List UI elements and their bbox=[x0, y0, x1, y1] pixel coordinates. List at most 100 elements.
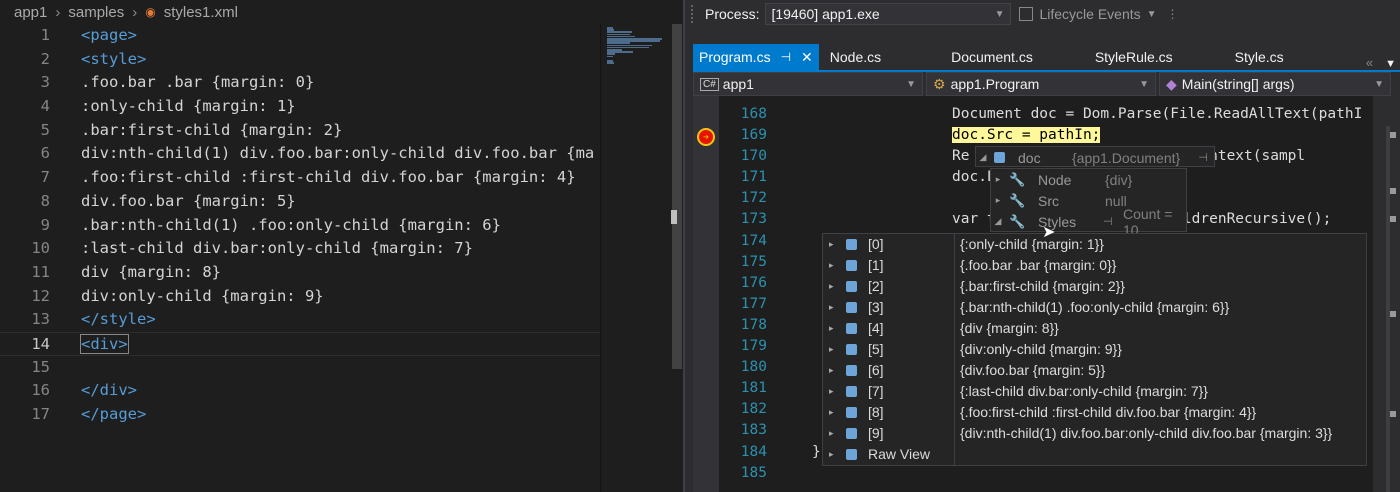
toolbar-grip[interactable] bbox=[691, 5, 699, 23]
line-text: Re bbox=[952, 148, 970, 165]
styles-list-item[interactable]: ▸ [9] {div:nth-child(1) div.foo.bar:only-c… bbox=[823, 423, 1366, 444]
breakpoint-current-statement-icon[interactable]: ➔ bbox=[697, 128, 715, 146]
styles-list-item[interactable]: ▸ [5] {div:only-child {margin: 9}} bbox=[823, 339, 1366, 360]
code-line[interactable]: 15 bbox=[0, 356, 600, 380]
expand-icon[interactable]: ▸ bbox=[829, 297, 834, 318]
code-line[interactable]: 11 div {margin: 8} bbox=[0, 261, 600, 285]
line-number: 177 bbox=[740, 295, 767, 312]
chevron-right-icon: › bbox=[55, 3, 61, 21]
code-line[interactable]: 13 </style> bbox=[0, 308, 600, 332]
member-list: ▸ 🔧 Node {div} ▸ 🔧 Src null ◢ 🔧 Styles Count = 10 ⊣ bbox=[991, 169, 1186, 238]
expand-icon[interactable]: ▸ bbox=[829, 234, 834, 255]
styles-list-item[interactable]: ▸ [2] {.bar:first-child {margin: 2}} bbox=[823, 276, 1366, 297]
code-line[interactable]: 7 .foo:first-child :first-child div.foo.b… bbox=[0, 166, 600, 190]
raw-view-label: Raw View bbox=[868, 446, 930, 462]
object-icon bbox=[846, 386, 857, 397]
line-number: 2 bbox=[40, 49, 50, 68]
tab-stylerule-cs[interactable]: StyleRule.cs bbox=[1088, 44, 1180, 70]
line-text: .foo.bar .bar {margin: 0} bbox=[81, 73, 315, 92]
process-select[interactable]: [19460] app1.exe ▼ bbox=[765, 3, 1012, 25]
code-line[interactable]: 6 div:nth-child(1) div.foo.bar:only-child… bbox=[0, 142, 600, 166]
code-line[interactable]: 5 .bar:first-child {margin: 2} bbox=[0, 119, 600, 143]
line-text: div:only-child {margin: 9} bbox=[81, 286, 324, 305]
pin-icon[interactable]: ⊣ bbox=[1198, 151, 1208, 164]
item-value: {div:nth-child(1) div.foo.bar:only-child… bbox=[960, 425, 1333, 441]
item-value: {:last-child div.bar:only-child {margin:… bbox=[960, 383, 1208, 399]
datatip-member-row[interactable]: ▸ 🔧 Node {div} bbox=[991, 169, 1186, 190]
line-text: doc.Src = pathIn; bbox=[952, 125, 1101, 146]
breadcrumb-item-app1[interactable]: app1 bbox=[14, 4, 47, 21]
pin-icon[interactable]: ⊣ bbox=[1103, 215, 1113, 228]
expand-icon[interactable]: ▸ bbox=[829, 276, 834, 297]
expand-icon[interactable]: ▸ bbox=[829, 402, 834, 423]
code-line[interactable]: 8 div.foo.bar {margin: 5} bbox=[0, 190, 600, 214]
styles-list-item[interactable]: ▸ [4] {div {margin: 8}} bbox=[823, 318, 1366, 339]
collapse-icon[interactable]: ◢ bbox=[991, 216, 1005, 227]
code-line[interactable]: 1 <page> bbox=[0, 24, 600, 48]
code-line[interactable]: 2 <style> bbox=[0, 48, 600, 72]
line-text: :only-child {margin: 1} bbox=[81, 97, 296, 116]
code-line[interactable]: 3 .foo.bar .bar {margin: 0} bbox=[0, 71, 600, 95]
expand-icon[interactable]: ▸ bbox=[991, 195, 1005, 206]
datatip-member-row[interactable]: ◢ 🔧 Styles Count = 10 ⊣ bbox=[991, 206, 1186, 238]
member-dropdown[interactable]: ◆ Main(string[] args) ▼ bbox=[1159, 72, 1391, 96]
scrollbar-thumb[interactable] bbox=[1386, 126, 1390, 492]
code-lines[interactable]: 1 <page> 2 <style> 3 .foo.bar .bar {margin: 0… bbox=[0, 24, 600, 427]
tab-list-dropdown-icon[interactable]: ▼ bbox=[1379, 58, 1400, 70]
expand-icon[interactable]: ▸ bbox=[829, 444, 834, 465]
lifecycle-events-button[interactable]: Lifecycle Events ▼ bbox=[1019, 6, 1157, 22]
line-number: 6 bbox=[40, 144, 50, 163]
code-line[interactable]: 4 :only-child {margin: 1} bbox=[0, 95, 600, 119]
item-value: {div {margin: 8}} bbox=[960, 320, 1059, 336]
datatip-doc[interactable]: ◢ doc {app1.Document} ⊣ bbox=[975, 146, 1215, 167]
collapse-icon[interactable]: ◢ bbox=[976, 152, 990, 163]
datatip-row-doc[interactable]: ◢ doc {app1.Document} ⊣ bbox=[976, 147, 1214, 168]
datatip-styles-list[interactable]: ▸ [0] {:only-child {margin: 1}} ▸ [1] {.foo.b… bbox=[822, 233, 1367, 466]
minimap[interactable] bbox=[600, 24, 668, 492]
code-line[interactable]: 16 </div> bbox=[0, 379, 600, 403]
breadcrumb-item-file[interactable]: styles1.xml bbox=[164, 4, 238, 21]
styles-list-item[interactable]: ▸ [3] {.bar:nth-child(1) .foo:only-child {… bbox=[823, 297, 1366, 318]
code-line[interactable]: 10:last-child div.bar:only-child {margin… bbox=[0, 237, 600, 261]
styles-list-item[interactable]: ▸ [8] {.foo:first-child :first-child div.f… bbox=[823, 402, 1366, 423]
styles-list-item[interactable]: ▸ [1] {.foo.bar .bar {margin: 0}} bbox=[823, 255, 1366, 276]
toolbar-overflow-icon[interactable]: ⋮ bbox=[1167, 7, 1179, 21]
tab-style-cs[interactable]: Style.cs bbox=[1228, 44, 1291, 70]
close-icon[interactable]: ✕ bbox=[801, 49, 813, 66]
chevron-down-icon: ▼ bbox=[994, 8, 1005, 20]
styles-list-item[interactable]: ▸ [7] {:last-child div.bar:only-child {mar… bbox=[823, 381, 1366, 402]
code-line[interactable]: 9 .bar:nth-child(1) .foo:only-child {marg… bbox=[0, 214, 600, 238]
breadcrumb-item-samples[interactable]: samples bbox=[68, 4, 124, 21]
type-dropdown[interactable]: ⚙ app1.Program ▼ bbox=[926, 72, 1156, 96]
expand-icon[interactable]: ▸ bbox=[991, 174, 1005, 185]
debug-toolbar: Process: [19460] app1.exe ▼ Lifecycle Ev… bbox=[685, 0, 1400, 28]
expand-icon[interactable]: ▸ bbox=[829, 318, 834, 339]
code-line[interactable]: 14 <div> bbox=[0, 331, 600, 356]
code-line[interactable]: 17 </page> bbox=[0, 403, 600, 427]
raw-view-item[interactable]: ▸ Raw View bbox=[823, 444, 1366, 465]
styles-list-item[interactable]: ▸ [0] {:only-child {margin: 1}} bbox=[823, 234, 1366, 255]
project-dropdown[interactable]: C# app1 ▼ bbox=[693, 72, 923, 96]
code-line[interactable]: 12 div:only-child {margin: 9} bbox=[0, 285, 600, 309]
tab-program-cs[interactable]: Program.cs ⊣ ✕ bbox=[693, 44, 819, 70]
tab-node-cs[interactable]: Node.cs bbox=[823, 44, 888, 70]
expand-icon[interactable]: ▸ bbox=[829, 339, 834, 360]
styles-list-item[interactable]: ▸ [6] {div.foo.bar {margin: 5}} bbox=[823, 360, 1366, 381]
expand-icon[interactable]: ▸ bbox=[829, 360, 834, 381]
tab-document-cs[interactable]: Document.cs bbox=[944, 44, 1040, 70]
datatip-doc-members[interactable]: ▸ 🔧 Node {div} ▸ 🔧 Src null ◢ 🔧 Styles Count = 10 ⊣ bbox=[990, 168, 1187, 238]
line-number: 184 bbox=[740, 443, 767, 460]
vertical-scrollbar[interactable] bbox=[668, 0, 683, 492]
line-number: 14 bbox=[31, 334, 50, 353]
object-icon bbox=[846, 449, 857, 460]
expand-icon[interactable]: ▸ bbox=[829, 255, 834, 276]
datatip-name: doc bbox=[1018, 149, 1041, 166]
editor-scrollbar[interactable] bbox=[1373, 96, 1400, 492]
scrollbar-thumb[interactable] bbox=[672, 24, 682, 369]
scroll-tabs-left-icon[interactable]: « bbox=[1360, 55, 1379, 70]
indicator-margin[interactable]: ➔ bbox=[693, 96, 719, 492]
pin-icon[interactable]: ⊣ bbox=[781, 50, 791, 64]
line-number: 4 bbox=[40, 97, 50, 116]
expand-icon[interactable]: ▸ bbox=[829, 423, 834, 444]
expand-icon[interactable]: ▸ bbox=[829, 381, 834, 402]
